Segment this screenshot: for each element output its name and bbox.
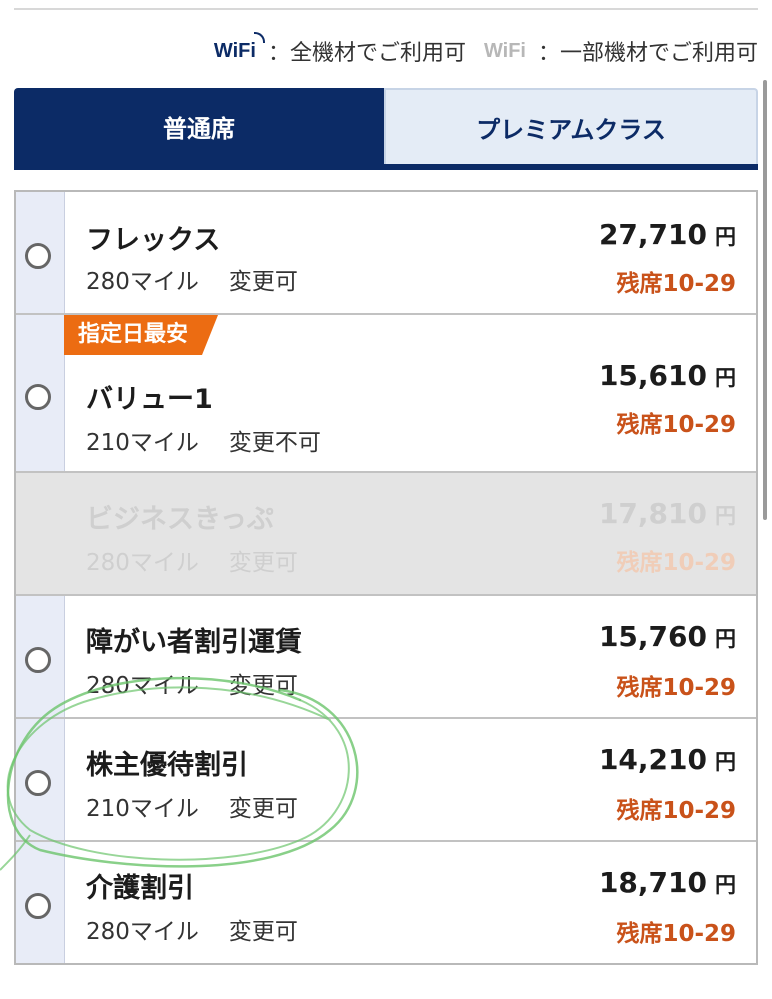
fare-name: 株主優待割引 — [86, 750, 248, 781]
seats-remaining: 残席10-29 — [616, 921, 736, 947]
lowest-fare-badge: 指定日最安 — [64, 315, 218, 355]
currency-label: 円 — [715, 750, 736, 774]
fare-name: ビジネスきっぷ — [86, 504, 274, 535]
fare-miles: 210マイル — [86, 796, 199, 822]
radio-button[interactable] — [25, 770, 51, 796]
fare-miles: 210マイル — [86, 430, 199, 456]
fare-selection-screen: WiFi ：全機材でご利用可 WiFi ：一部機材でご利用可 普通席 プレミアム… — [0, 0, 772, 999]
wifi-full-logo-text: WiFi — [213, 39, 256, 62]
seats-remaining: 残席10-29 — [616, 550, 736, 576]
wifi-partial-icon: WiFi — [484, 40, 526, 63]
wifi-full-icon: WiFi — [213, 31, 265, 63]
fare-price: 18,710 円 — [599, 866, 736, 899]
fare-row-flex[interactable]: フレックス 280マイル 変更可 27,710 円 残席10-29 — [16, 192, 756, 315]
fare-price: 27,710 円 — [599, 218, 736, 251]
scrollbar-thumb[interactable] — [763, 80, 767, 520]
currency-label: 円 — [715, 225, 736, 249]
fare-price-amount: 15,760 — [598, 620, 707, 653]
seats-remaining: 残席10-29 — [616, 675, 736, 701]
fare-miles: 280マイル — [86, 550, 199, 576]
radio-button[interactable] — [25, 647, 51, 673]
seats-remaining: 残席10-29 — [616, 271, 736, 297]
fare-price: 15,760 円 — [599, 620, 736, 653]
wifi-partial-logo-text: WiFi — [483, 39, 526, 62]
wifi-legend: WiFi ：全機材でご利用可 WiFi ：一部機材でご利用可 — [213, 31, 758, 68]
fare-change-policy: 変更可 — [228, 796, 298, 822]
fare-name: バリュー1 — [86, 384, 213, 415]
fare-price-amount: 27,710 — [598, 218, 707, 251]
fare-name: 介護割引 — [86, 873, 194, 904]
wifi-signal-icon — [253, 31, 265, 43]
tab-premium-class[interactable]: プレミアムクラス — [384, 88, 758, 164]
fare-row-nursing-care-discount[interactable]: 介護割引 280マイル 変更可 18,710 円 残席10-29 — [16, 842, 756, 963]
fare-price-amount: 17,810 — [598, 497, 707, 530]
fare-row-value1[interactable]: 指定日最安 バリュー1 210マイル 変更不可 15,610 円 残席10-29 — [16, 315, 756, 473]
fare-conditions: 280マイル 変更可 — [86, 262, 298, 296]
fare-miles: 280マイル — [86, 673, 199, 699]
fare-price-amount: 18,710 — [598, 866, 707, 899]
seats-remaining: 残席10-29 — [616, 412, 736, 438]
seat-class-tabs: 普通席 プレミアムクラス — [14, 88, 758, 170]
fare-conditions: 210マイル 変更可 — [86, 789, 298, 823]
fare-change-policy: 変更可 — [228, 919, 298, 945]
fare-conditions: 280マイル 変更可 — [86, 543, 298, 577]
currency-label: 円 — [715, 627, 736, 651]
fare-name: 障がい者割引運賃 — [86, 627, 302, 658]
fare-miles: 280マイル — [86, 269, 199, 295]
radio-button[interactable] — [25, 384, 51, 410]
radio-button[interactable] — [25, 243, 51, 269]
fare-list: フレックス 280マイル 変更可 27,710 円 残席10-29 指定日最安 バリ… — [14, 190, 758, 965]
fare-change-policy: 変更可 — [228, 269, 298, 295]
fare-conditions: 280マイル 変更可 — [86, 666, 298, 700]
fare-conditions: 280マイル 変更可 — [86, 912, 298, 946]
fare-price: 15,610 円 — [599, 359, 736, 392]
fare-price: 17,810 円 — [599, 497, 736, 530]
fare-name: フレックス — [86, 225, 221, 256]
radio-button[interactable] — [25, 893, 51, 919]
fare-price-amount: 14,210 — [598, 743, 707, 776]
fare-change-policy: 変更不可 — [228, 430, 321, 456]
currency-label: 円 — [715, 873, 736, 897]
top-divider — [14, 8, 758, 10]
fare-row-disability-discount[interactable]: 障がい者割引運賃 280マイル 変更可 15,760 円 残席10-29 — [16, 596, 756, 719]
wifi-full-label: ：全機材でご利用可 — [267, 41, 466, 66]
fare-miles: 280マイル — [86, 919, 199, 945]
seats-remaining: 残席10-29 — [616, 798, 736, 824]
wifi-partial-label: ：一部機材でご利用可 — [537, 41, 758, 66]
tab-economy[interactable]: 普通席 — [14, 88, 384, 164]
fare-change-policy: 変更可 — [228, 550, 298, 576]
fare-price: 14,210 円 — [599, 743, 736, 776]
fare-price-amount: 15,610 — [598, 359, 707, 392]
fare-row-shareholder-discount[interactable]: 株主優待割引 210マイル 変更可 14,210 円 残席10-29 — [16, 719, 756, 842]
fare-row-business-ticket: ビジネスきっぷ 280マイル 変更可 17,810 円 残席10-29 — [16, 473, 756, 596]
fare-change-policy: 変更可 — [228, 673, 298, 699]
fare-conditions: 210マイル 変更不可 — [86, 423, 321, 457]
currency-label: 円 — [715, 366, 736, 390]
currency-label: 円 — [715, 504, 736, 528]
